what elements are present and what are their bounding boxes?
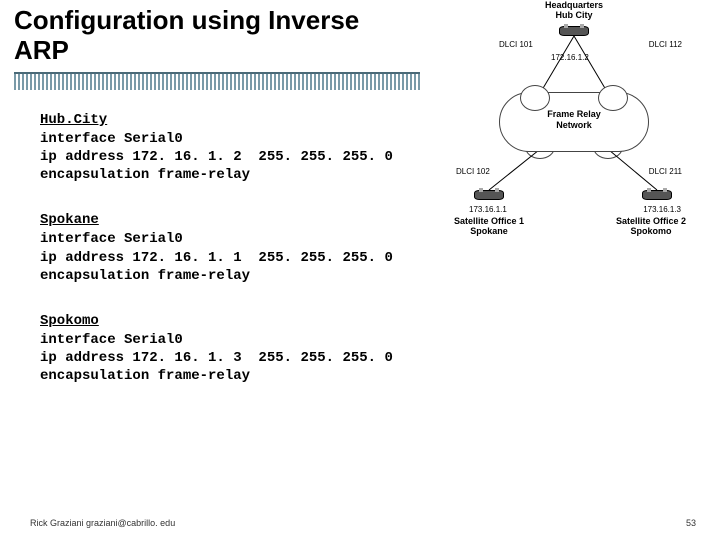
cloud-label-line1: Frame Relay: [547, 109, 601, 119]
slide-title: Configuration using Inverse ARP: [0, 0, 410, 70]
router-icon-hub: [559, 26, 589, 36]
hq-label: Headquarters Hub City: [529, 0, 619, 20]
page-number: 53: [686, 518, 696, 528]
config-line: encapsulation frame-relay: [40, 367, 420, 385]
network-diagram: Headquarters Hub City DLCI 101 DLCI 112 …: [434, 0, 704, 260]
config-area: Hub.City interface Serial0 ip address 17…: [0, 90, 420, 386]
footer-author: Rick Graziani graziani@cabrillo. edu: [30, 518, 175, 528]
cloud-icon: Frame Relay Network: [499, 92, 649, 152]
hq-label-line2: Hub City: [529, 10, 619, 20]
sat1-label-line1: Satellite Office 1: [444, 216, 534, 226]
config-line: ip address 172. 16. 1. 1 255. 255. 255. …: [40, 249, 420, 267]
sat2-label-line2: Spokomo: [606, 226, 696, 236]
config-host-spokomo: Spokomo: [40, 313, 420, 329]
cloud-label-line2: Network: [556, 120, 592, 130]
hq-label-line1: Headquarters: [529, 0, 619, 10]
config-host-hubcity: Hub.City: [40, 112, 420, 128]
router-icon-sat1: [474, 190, 504, 200]
dlci-label-102: DLCI 102: [456, 167, 490, 176]
title-underline: [14, 72, 420, 90]
sat2-ip-label: 173.16.1.3: [643, 205, 681, 214]
config-line: interface Serial0: [40, 331, 420, 349]
dlci-label-112: DLCI 112: [649, 40, 682, 49]
dlci-label-101: DLCI 101: [499, 40, 533, 49]
footer: Rick Graziani graziani@cabrillo. edu 53: [30, 518, 696, 528]
dlci-label-211: DLCI 211: [649, 167, 682, 176]
sat2-label: Satellite Office 2 Spokomo: [606, 216, 696, 237]
sat1-label-line2: Spokane: [444, 226, 534, 236]
sat1-ip-label: 173.16.1.1: [469, 205, 507, 214]
hub-ip-label: 172.16.1.2: [551, 53, 589, 62]
sat1-label: Satellite Office 1 Spokane: [444, 216, 534, 237]
config-line: ip address 172. 16. 1. 2 255. 255. 255. …: [40, 148, 420, 166]
config-block-spokomo: Spokomo interface Serial0 ip address 172…: [40, 313, 420, 386]
router-icon-sat2: [642, 190, 672, 200]
config-line: encapsulation frame-relay: [40, 166, 420, 184]
config-line: interface Serial0: [40, 130, 420, 148]
config-block-spokane: Spokane interface Serial0 ip address 172…: [40, 212, 420, 285]
sat2-label-line1: Satellite Office 2: [606, 216, 696, 226]
config-line: ip address 172. 16. 1. 3 255. 255. 255. …: [40, 349, 420, 367]
config-block-hubcity: Hub.City interface Serial0 ip address 17…: [40, 112, 420, 185]
config-line: interface Serial0: [40, 230, 420, 248]
config-line: encapsulation frame-relay: [40, 267, 420, 285]
config-host-spokane: Spokane: [40, 212, 420, 228]
